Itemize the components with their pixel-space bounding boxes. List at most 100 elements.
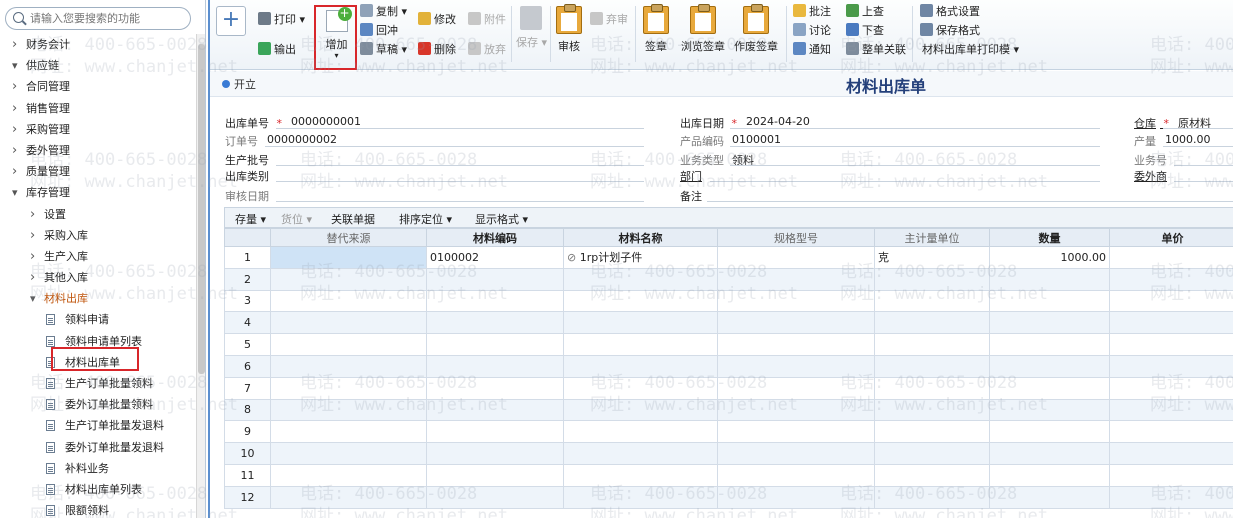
table-cell[interactable]	[1109, 442, 1233, 465]
table-cell[interactable]	[426, 485, 564, 509]
audit-button[interactable]: 审核	[554, 4, 584, 54]
table-cell[interactable]	[1109, 354, 1233, 378]
sidebar-item-10[interactable]: › 生产入库	[0, 246, 196, 267]
sidebar-item-2[interactable]: › 合同管理	[0, 76, 196, 97]
discuss-button[interactable]: 讨论	[793, 22, 831, 40]
table-cell[interactable]	[1109, 398, 1233, 422]
table-row[interactable]: 3	[224, 289, 1233, 313]
col-header-unit-price[interactable]: 单价	[1109, 228, 1233, 247]
table-cell[interactable]	[270, 420, 427, 444]
table-cell[interactable]	[426, 463, 564, 487]
table-cell[interactable]	[989, 463, 1110, 487]
table-cell[interactable]	[1109, 463, 1233, 487]
table-cell[interactable]	[989, 376, 1110, 400]
chevron-right-icon[interactable]: ›	[30, 267, 35, 288]
chevron-right-icon[interactable]: ›	[12, 119, 17, 140]
table-cell[interactable]	[270, 267, 427, 291]
export-button[interactable]: 输出	[258, 41, 296, 59]
table-row[interactable]: 11	[224, 463, 1233, 487]
table-cell[interactable]	[874, 463, 990, 487]
table-cell[interactable]	[563, 398, 718, 422]
table-cell[interactable]	[270, 376, 427, 400]
table-cell[interactable]	[426, 354, 564, 378]
table-cell[interactable]	[874, 267, 990, 291]
table-cell[interactable]	[717, 289, 875, 313]
sidebar-item-22[interactable]: 限额领料	[0, 500, 196, 518]
browse-sign-button[interactable]: 浏览签章	[679, 4, 727, 54]
table-cell[interactable]	[563, 376, 718, 400]
table-cell[interactable]	[717, 311, 875, 335]
paperclip-icon[interactable]: ⊘	[567, 251, 580, 264]
col-header-substitute-source[interactable]: 替代来源	[270, 228, 427, 247]
outsource-label[interactable]: 委外商	[1134, 168, 1167, 184]
revert-button[interactable]: 回冲	[360, 22, 398, 40]
table-cell[interactable]	[874, 333, 990, 356]
linked-docs-button[interactable]: 关联单据	[331, 211, 375, 227]
table-cell[interactable]	[563, 442, 718, 465]
out-no-field[interactable]: 0000000001	[291, 115, 361, 128]
table-cell[interactable]	[874, 442, 990, 465]
table-cell[interactable]	[270, 333, 427, 356]
void-sign-button[interactable]: 作废签章	[732, 4, 780, 54]
table-cell[interactable]	[717, 463, 875, 487]
sidebar-item-1[interactable]: ▾ 供应链	[0, 55, 196, 76]
unaudit-button[interactable]: 弃审	[590, 11, 628, 29]
sidebar-item-9[interactable]: › 采购入库	[0, 225, 196, 246]
table-cell[interactable]	[1109, 311, 1233, 335]
table-cell[interactable]	[989, 333, 1110, 356]
table-cell[interactable]	[563, 289, 718, 313]
table-cell[interactable]	[717, 398, 875, 422]
table-row[interactable]: 5	[224, 333, 1233, 356]
table-cell[interactable]	[270, 398, 427, 422]
table-row[interactable]: 6	[224, 354, 1233, 378]
sidebar-item-17[interactable]: 委外订单批量领料	[0, 394, 196, 415]
notify-button[interactable]: 通知	[793, 41, 831, 59]
table-cell[interactable]	[426, 442, 564, 465]
table-row[interactable]: 1 0100002 ⊘ 1rp计划子件 克 1000.00	[224, 246, 1233, 269]
table-cell[interactable]	[874, 311, 990, 335]
chevron-right-icon[interactable]: ›	[12, 76, 17, 97]
table-cell[interactable]	[563, 463, 718, 487]
table-cell[interactable]	[563, 267, 718, 291]
table-cell[interactable]	[717, 333, 875, 356]
table-cell[interactable]	[717, 442, 875, 465]
sidebar-item-7[interactable]: ▾ 库存管理	[0, 182, 196, 203]
table-cell[interactable]	[717, 246, 875, 269]
table-cell[interactable]	[270, 354, 427, 378]
table-cell[interactable]	[426, 376, 564, 400]
table-cell[interactable]	[717, 420, 875, 444]
table-cell[interactable]	[270, 289, 427, 313]
table-cell[interactable]	[717, 267, 875, 291]
sidebar-item-4[interactable]: › 采购管理	[0, 119, 196, 140]
table-cell[interactable]	[874, 354, 990, 378]
sidebar-item-6[interactable]: › 质量管理	[0, 161, 196, 182]
stock-button[interactable]: 存量 ▾	[235, 211, 266, 227]
sidebar-item-3[interactable]: › 销售管理	[0, 98, 196, 119]
sidebar-item-13[interactable]: 领料申请	[0, 309, 196, 330]
table-cell[interactable]	[874, 289, 990, 313]
order-no-field[interactable]: 0000000002	[267, 133, 337, 146]
new-tab-plus-button[interactable]: +	[216, 6, 246, 36]
table-cell[interactable]	[874, 398, 990, 422]
table-cell[interactable]	[563, 485, 718, 509]
table-cell[interactable]	[426, 267, 564, 291]
save-format-button[interactable]: 保存格式	[920, 22, 980, 40]
modify-button[interactable]: 修改	[418, 11, 456, 29]
search-box[interactable]	[5, 7, 191, 30]
table-row[interactable]: 10	[224, 442, 1233, 465]
sign-button[interactable]: 签章	[641, 4, 671, 54]
table-cell[interactable]	[563, 420, 718, 444]
print-button[interactable]: 打印 ▾	[258, 11, 305, 29]
table-cell[interactable]	[989, 354, 1110, 378]
location-button[interactable]: 货位 ▾	[281, 211, 312, 227]
chevron-right-icon[interactable]: ›	[12, 34, 17, 55]
table-row[interactable]: 7	[224, 376, 1233, 400]
sidebar-item-11[interactable]: › 其他入库	[0, 267, 196, 288]
sidebar-item-16[interactable]: 生产订单批量领料	[0, 373, 196, 394]
table-cell[interactable]	[426, 311, 564, 335]
table-cell[interactable]	[989, 267, 1110, 291]
table-cell[interactable]	[1109, 289, 1233, 313]
table-cell[interactable]	[874, 420, 990, 444]
chevron-right-icon[interactable]: ›	[12, 98, 17, 119]
table-cell[interactable]	[1109, 420, 1233, 444]
